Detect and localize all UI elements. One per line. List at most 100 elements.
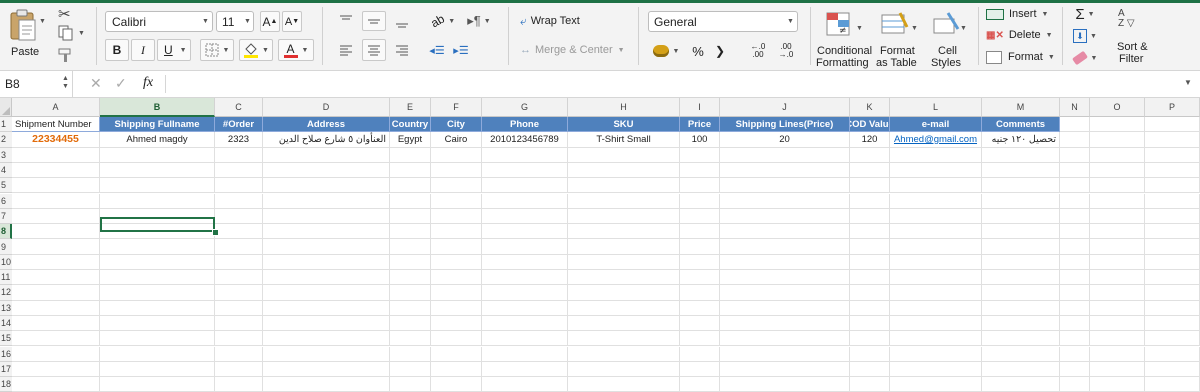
cell[interactable]	[12, 162, 100, 179]
cell[interactable]	[850, 239, 890, 255]
cell[interactable]	[482, 147, 568, 163]
cell[interactable]	[263, 193, 390, 209]
cell[interactable]	[568, 331, 680, 347]
insert-function-icon[interactable]: fx	[143, 75, 153, 91]
cell[interactable]	[850, 224, 890, 240]
cell[interactable]	[982, 346, 1060, 362]
cell[interactable]	[390, 285, 431, 301]
cell[interactable]	[680, 377, 720, 392]
cell[interactable]	[568, 193, 680, 209]
data-cell[interactable]: T-Shirt Small	[568, 132, 680, 148]
header-cell[interactable]: Address	[263, 117, 390, 133]
cell[interactable]	[720, 193, 850, 209]
cell[interactable]	[215, 147, 263, 163]
cell[interactable]	[431, 270, 482, 286]
cell[interactable]	[890, 331, 982, 347]
conditional-formatting-button[interactable]: ≠ ▼ Conditional Formatting	[815, 9, 872, 69]
cell[interactable]	[1145, 239, 1200, 255]
cell[interactable]	[890, 208, 982, 225]
cell[interactable]	[482, 315, 568, 332]
cell[interactable]	[215, 377, 263, 392]
cell[interactable]	[482, 239, 568, 255]
cell[interactable]	[12, 147, 100, 163]
cell[interactable]	[390, 254, 431, 270]
row-header-18[interactable]: 18	[0, 377, 12, 392]
cell[interactable]	[1145, 300, 1200, 316]
cell[interactable]	[431, 162, 482, 179]
cell[interactable]	[263, 315, 390, 332]
underline-button[interactable]: U ▼	[157, 39, 191, 61]
cell[interactable]	[390, 178, 431, 194]
cell[interactable]	[1060, 377, 1090, 392]
align-middle-button[interactable]	[362, 11, 386, 31]
cell[interactable]	[390, 208, 431, 225]
cell[interactable]	[890, 285, 982, 301]
cell[interactable]	[390, 315, 431, 332]
align-right-button[interactable]	[392, 39, 412, 61]
cell[interactable]	[982, 147, 1060, 163]
cell[interactable]	[390, 346, 431, 362]
cell[interactable]	[1145, 132, 1200, 148]
cell[interactable]	[982, 193, 1060, 209]
cell[interactable]	[890, 193, 982, 209]
cell[interactable]	[568, 178, 680, 194]
row-header-9[interactable]: 9	[0, 239, 12, 255]
cell[interactable]	[1060, 162, 1090, 179]
cell[interactable]	[568, 300, 680, 316]
header-cell[interactable]: SKU	[568, 117, 680, 133]
cell[interactable]	[1060, 147, 1090, 163]
cell[interactable]	[12, 239, 100, 255]
header-cell[interactable]: Price	[680, 117, 720, 133]
row-header-10[interactable]: 10	[0, 254, 12, 270]
cell[interactable]	[263, 208, 390, 225]
cell[interactable]	[890, 270, 982, 286]
cell[interactable]	[1090, 254, 1145, 270]
cell[interactable]	[390, 331, 431, 347]
cell[interactable]	[1060, 300, 1090, 316]
cell[interactable]	[1090, 270, 1145, 286]
cell[interactable]	[215, 315, 263, 332]
cell[interactable]	[1090, 132, 1145, 148]
cell[interactable]	[100, 239, 215, 255]
cell[interactable]	[982, 331, 1060, 347]
cell[interactable]	[1060, 132, 1090, 148]
cell[interactable]	[1145, 331, 1200, 347]
cell[interactable]	[100, 270, 215, 286]
cell[interactable]	[850, 377, 890, 392]
column-header-g[interactable]: G	[482, 98, 568, 117]
cell[interactable]	[982, 270, 1060, 286]
cell[interactable]	[1090, 178, 1145, 194]
cell[interactable]	[482, 300, 568, 316]
data-cell[interactable]: 22334455	[12, 132, 100, 148]
fill-button[interactable]: ⬇ ▼	[1070, 27, 1100, 45]
cell[interactable]	[100, 285, 215, 301]
cell[interactable]	[1060, 315, 1090, 332]
cell[interactable]	[720, 162, 850, 179]
cell[interactable]	[850, 331, 890, 347]
header-cell[interactable]: Phone	[482, 117, 568, 133]
row-header-13[interactable]: 13	[0, 300, 12, 316]
row-header-4[interactable]: 4	[0, 162, 12, 179]
cell[interactable]	[12, 285, 100, 301]
cell[interactable]	[850, 315, 890, 332]
cell[interactable]	[482, 162, 568, 179]
cell[interactable]	[680, 208, 720, 225]
cell[interactable]	[890, 315, 982, 332]
cell[interactable]	[12, 331, 100, 347]
row-header-3[interactable]: 3	[0, 147, 12, 163]
cell[interactable]	[1060, 193, 1090, 209]
cell[interactable]	[1060, 346, 1090, 362]
format-painter-icon[interactable]	[58, 47, 74, 68]
cell[interactable]	[100, 162, 215, 179]
font-color-button[interactable]: A ▼	[278, 39, 314, 61]
column-header-j[interactable]: J	[720, 98, 850, 117]
cell[interactable]	[482, 224, 568, 240]
cell[interactable]	[431, 193, 482, 209]
column-header-o[interactable]: O	[1090, 98, 1145, 117]
cell[interactable]	[1060, 254, 1090, 270]
cell[interactable]	[982, 178, 1060, 194]
cell[interactable]	[100, 254, 215, 270]
data-cell[interactable]: Ahmed magdy	[100, 132, 215, 148]
row-header-1[interactable]: 1	[0, 117, 12, 133]
select-all-corner[interactable]	[0, 98, 12, 117]
